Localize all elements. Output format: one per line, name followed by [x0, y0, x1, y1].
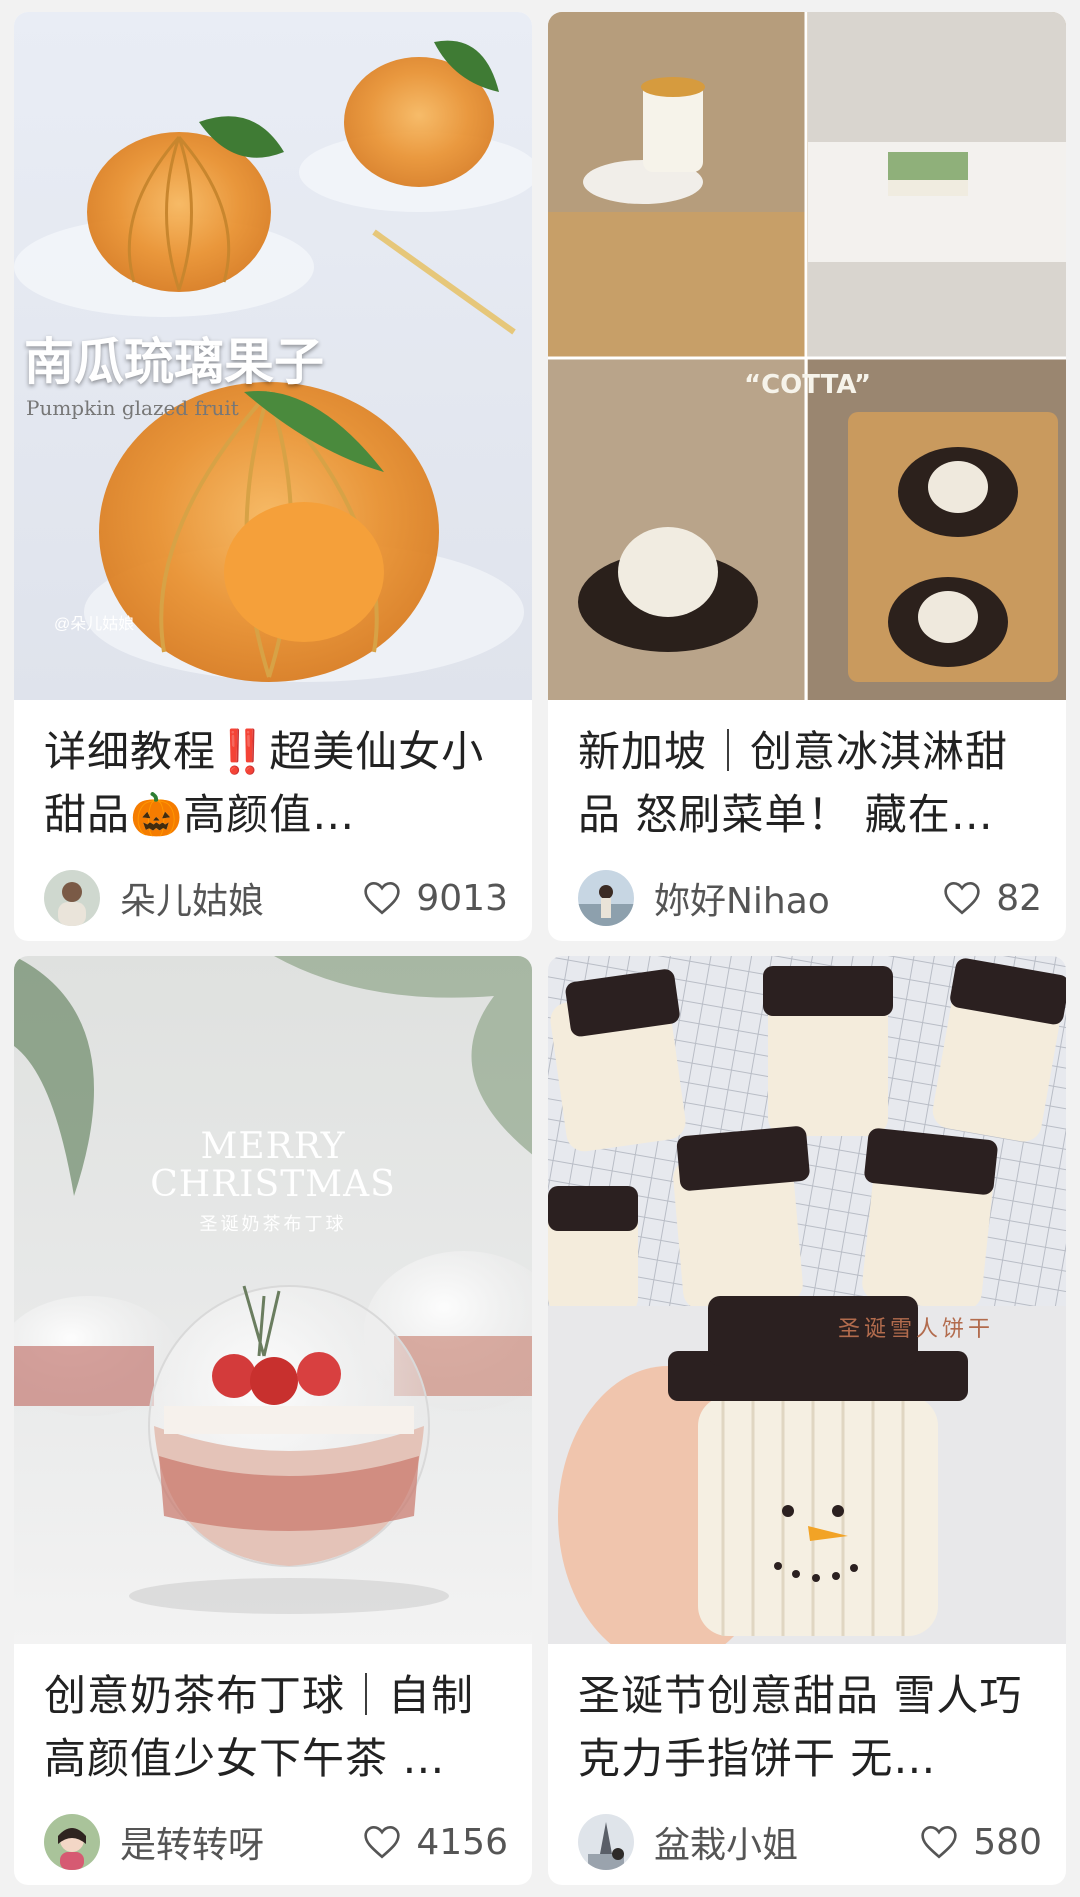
like-button[interactable]: 580	[919, 1822, 1042, 1863]
note-meta: 盆栽小姐 580	[578, 1812, 1042, 1872]
cover-image[interactable]: 南瓜琉璃果子 Pumpkin glazed fruit @朵儿姑娘	[14, 12, 532, 700]
like-count: 82	[996, 877, 1042, 919]
note-meta: 妳好Nihao 82	[578, 868, 1042, 928]
note-card[interactable]: 圣诞雪人饼干 圣诞节创意甜品 雪人巧克力手指饼干 无… 盆栽小姐 580	[548, 956, 1066, 1885]
author-name[interactable]: 盆栽小姐	[654, 1816, 919, 1868]
note-feed: 南瓜琉璃果子 Pumpkin glazed fruit @朵儿姑娘 详细教程‼️…	[0, 0, 1080, 1897]
note-title[interactable]: 详细教程‼️超美仙女小甜品🎃高颜值…	[44, 720, 514, 846]
like-button[interactable]: 4156	[362, 1822, 508, 1863]
heart-icon	[921, 1825, 957, 1859]
author-name[interactable]: 妳好Nihao	[654, 872, 942, 924]
avatar[interactable]	[578, 870, 634, 926]
cover-subtitle: 圣诞奶茶布丁球	[199, 1214, 347, 1235]
note-title[interactable]: 创意奶茶布丁球｜自制高颜值少女下午茶 …	[44, 1664, 514, 1790]
cover-label: “COTTA”	[744, 370, 872, 400]
note-meta: 是转转呀 4156	[44, 1812, 508, 1872]
heart-icon	[944, 881, 980, 915]
heart-icon	[364, 1825, 401, 1859]
like-count: 9013	[416, 877, 508, 919]
cover-line2: CHRISTMAS	[150, 1164, 396, 1205]
cover-image[interactable]: MERRY CHRISTMAS 圣诞奶茶布丁球	[14, 956, 532, 1644]
cover-line1: MERRY	[200, 1126, 346, 1167]
author-name[interactable]: 朵儿姑娘	[120, 872, 362, 924]
like-count: 580	[973, 1821, 1042, 1863]
note-title[interactable]: 圣诞节创意甜品 雪人巧克力手指饼干 无…	[578, 1664, 1048, 1790]
avatar[interactable]	[44, 870, 100, 926]
heart-icon	[364, 881, 401, 915]
avatar[interactable]	[44, 1814, 100, 1870]
cover-image[interactable]: “COTTA”	[548, 12, 1066, 700]
like-count: 4156	[416, 1821, 508, 1863]
cover-title: 南瓜琉璃果子	[24, 332, 324, 391]
cover-watermark: @朵儿姑娘	[54, 616, 135, 633]
cover-label: 圣诞雪人饼干	[838, 1317, 995, 1342]
note-meta: 朵儿姑娘 9013	[44, 868, 508, 928]
note-card[interactable]: 南瓜琉璃果子 Pumpkin glazed fruit @朵儿姑娘 详细教程‼️…	[14, 12, 532, 941]
cover-image[interactable]: 圣诞雪人饼干	[548, 956, 1066, 1644]
note-title[interactable]: 新加坡｜创意冰淇淋甜品 怒刷菜单！ 藏在…	[578, 720, 1048, 846]
like-button[interactable]: 82	[942, 878, 1042, 919]
like-button[interactable]: 9013	[362, 878, 508, 919]
note-card[interactable]: MERRY CHRISTMAS 圣诞奶茶布丁球 创意奶茶布丁球｜自制高颜值少女下…	[14, 956, 532, 1885]
note-card[interactable]: “COTTA” 新加坡｜创意冰淇淋甜品 怒刷菜单！ 藏在… 妳好Nihao 82	[548, 12, 1066, 941]
avatar[interactable]	[578, 1814, 634, 1870]
author-name[interactable]: 是转转呀	[120, 1816, 362, 1868]
cover-subtitle: Pumpkin glazed fruit	[26, 396, 239, 420]
